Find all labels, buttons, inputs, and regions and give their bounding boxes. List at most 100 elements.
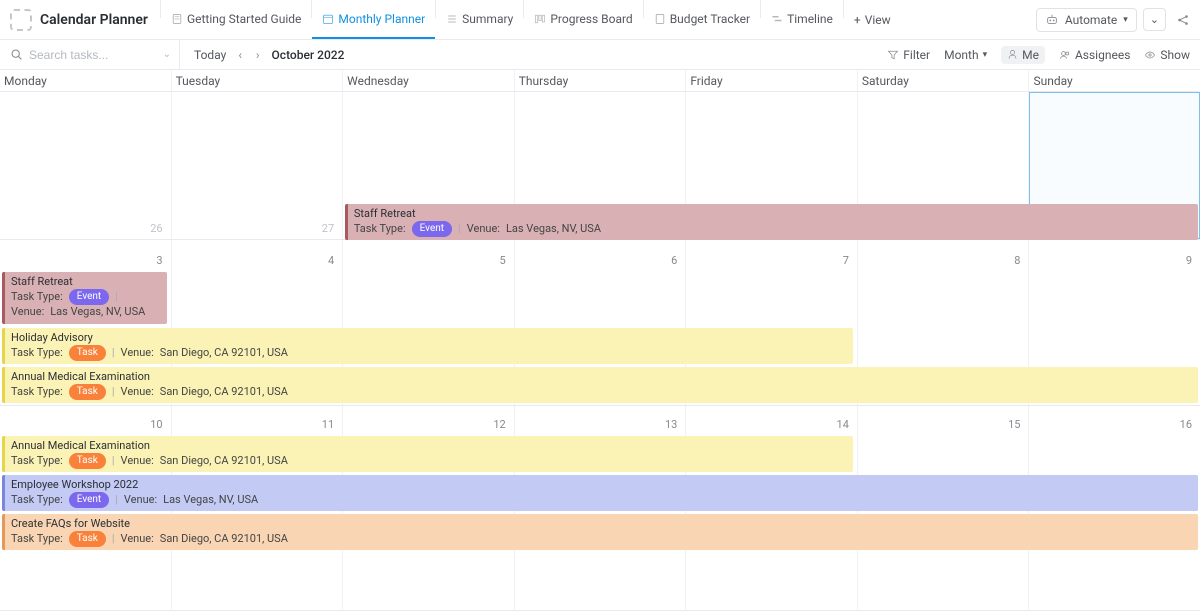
person-icon: [1007, 49, 1018, 60]
day-number: 9: [1186, 254, 1192, 267]
event-venue: Las Vegas, NV, USA: [506, 222, 601, 236]
add-view-button[interactable]: + View: [844, 0, 901, 39]
filter-button[interactable]: Filter: [887, 48, 930, 62]
today-button[interactable]: Today: [194, 48, 226, 62]
event-title: Annual Medical Examination: [11, 370, 1192, 384]
day-cell[interactable]: 26: [0, 92, 172, 239]
me-filter-button[interactable]: Me: [1001, 46, 1045, 64]
list-icon: [446, 13, 458, 25]
tab-monthly-planner[interactable]: Monthly Planner: [312, 0, 435, 39]
event-title: Holiday Advisory: [11, 331, 847, 345]
show-label: Show: [1160, 48, 1190, 62]
event-venue: Las Vegas, NV, USA: [50, 305, 145, 319]
task-type-label: Task Type:: [11, 493, 63, 507]
tab-budget-tracker[interactable]: Budget Tracker: [644, 0, 760, 39]
timeline-icon: [771, 13, 783, 25]
search-input[interactable]: [29, 48, 139, 62]
tab-summary[interactable]: Summary: [436, 0, 523, 39]
day-header-cell: Monday: [0, 70, 172, 91]
search-icon: [10, 48, 23, 61]
day-number: 5: [500, 254, 506, 267]
event-venue: San Diego, CA 92101, USA: [160, 454, 288, 468]
event-title: Annual Medical Examination: [11, 439, 847, 453]
badge-task: Task: [69, 453, 106, 469]
venue-label: Venue:: [11, 305, 44, 319]
event-title: Employee Workshop 2022: [11, 478, 1192, 492]
day-number: 26: [150, 222, 162, 235]
month-view-label: Month: [944, 48, 978, 62]
meta-sep: |: [112, 532, 115, 546]
task-type-label: Task Type:: [354, 222, 406, 236]
event-title: Staff Retreat: [11, 275, 161, 289]
filter-label: Filter: [903, 48, 930, 62]
venue-label: Venue:: [121, 532, 154, 546]
meta-sep: |: [112, 454, 115, 468]
tab-label: Progress Board: [550, 12, 632, 26]
task-type-label: Task Type:: [11, 532, 63, 546]
day-number: 10: [150, 418, 162, 431]
share-icon: [1176, 13, 1190, 27]
task-type-label: Task Type:: [11, 290, 63, 304]
day-cell[interactable]: 27: [172, 92, 344, 239]
add-view-label: View: [865, 13, 891, 27]
next-month-button[interactable]: ›: [254, 48, 262, 62]
robot-icon: [1045, 13, 1059, 27]
meta-sep: |: [115, 493, 118, 507]
badge-task: Task: [69, 345, 106, 361]
event-employee-workshop[interactable]: Employee Workshop 2022 Task Type: Event …: [2, 475, 1198, 511]
app-title: Calendar Planner: [40, 12, 148, 28]
event-venue: San Diego, CA 92101, USA: [160, 532, 288, 546]
meta-sep: |: [458, 222, 461, 236]
day-header-cell: Saturday: [858, 70, 1030, 91]
show-button[interactable]: Show: [1144, 48, 1190, 62]
assignees-button[interactable]: Assignees: [1059, 48, 1130, 62]
tab-label: Budget Tracker: [670, 12, 750, 26]
tab-label: Getting Started Guide: [187, 12, 301, 26]
venue-label: Venue:: [467, 222, 500, 236]
month-view-button[interactable]: Month ▾: [944, 48, 987, 62]
people-icon: [1059, 49, 1071, 61]
day-number: 12: [493, 418, 505, 431]
day-header-cell: Sunday: [1029, 70, 1200, 91]
day-number: 6: [671, 254, 677, 267]
app-logo: [10, 9, 32, 31]
day-number: 7: [843, 254, 849, 267]
task-type-label: Task Type:: [11, 454, 63, 468]
badge-task: Task: [69, 384, 106, 400]
tab-getting-started[interactable]: Getting Started Guide: [161, 0, 311, 39]
chevron-down-icon[interactable]: ⌄: [163, 49, 171, 60]
venue-label: Venue:: [121, 385, 154, 399]
event-create-faqs[interactable]: Create FAQs for Website Task Type: Task …: [2, 514, 1198, 550]
day-header-cell: Tuesday: [172, 70, 344, 91]
event-venue: Las Vegas, NV, USA: [163, 493, 258, 507]
event-annual-medical[interactable]: Annual Medical Examination Task Type: Ta…: [2, 436, 853, 472]
tab-label: Timeline: [787, 12, 833, 26]
event-staff-retreat[interactable]: Staff Retreat Task Type: Event | Venue: …: [2, 272, 167, 324]
tab-label: Monthly Planner: [338, 12, 425, 26]
board-icon: [534, 13, 546, 25]
share-button[interactable]: [1172, 13, 1194, 27]
day-number: 27: [322, 222, 334, 235]
meta-sep: |: [112, 346, 115, 360]
day-number: 11: [322, 418, 334, 431]
venue-label: Venue:: [124, 493, 157, 507]
chevron-down-icon: ▾: [1123, 15, 1128, 25]
calendar-icon: [322, 13, 334, 25]
badge-event: Event: [412, 221, 452, 237]
expand-button[interactable]: ⌄: [1143, 8, 1166, 31]
task-type-label: Task Type:: [11, 385, 63, 399]
badge-task: Task: [69, 531, 106, 547]
tab-progress-board[interactable]: Progress Board: [524, 0, 642, 39]
month-label: October 2022: [272, 48, 345, 62]
filter-icon: [887, 49, 899, 61]
tab-timeline[interactable]: Timeline: [761, 0, 843, 39]
day-number: 8: [1014, 254, 1020, 267]
prev-month-button[interactable]: ‹: [236, 48, 244, 62]
assignees-label: Assignees: [1075, 48, 1130, 62]
day-number: 13: [665, 418, 677, 431]
event-staff-retreat[interactable]: Staff Retreat Task Type: Event | Venue: …: [345, 204, 1198, 240]
event-holiday-advisory[interactable]: Holiday Advisory Task Type: Task | Venue…: [2, 328, 853, 364]
event-annual-medical[interactable]: Annual Medical Examination Task Type: Ta…: [2, 367, 1198, 403]
tab-label: Summary: [462, 12, 513, 26]
automate-button[interactable]: Automate ▾: [1036, 8, 1137, 32]
